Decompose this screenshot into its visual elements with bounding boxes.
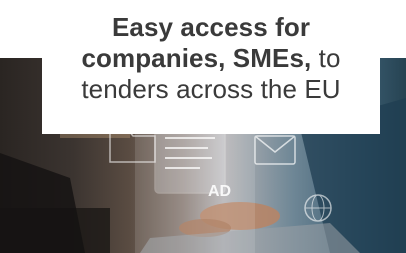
- headline-line-3: tenders across the EU: [81, 74, 341, 104]
- headline-regular-text: to: [311, 43, 341, 73]
- headline-box: Easy access for companies, SMEs, to tend…: [42, 0, 380, 134]
- email-icon: [254, 135, 296, 165]
- headline-line-2: companies, SMEs, to: [42, 43, 380, 74]
- headline-line-1: Easy access for: [111, 12, 311, 42]
- headline-bold-text: companies, SMEs,: [81, 43, 312, 73]
